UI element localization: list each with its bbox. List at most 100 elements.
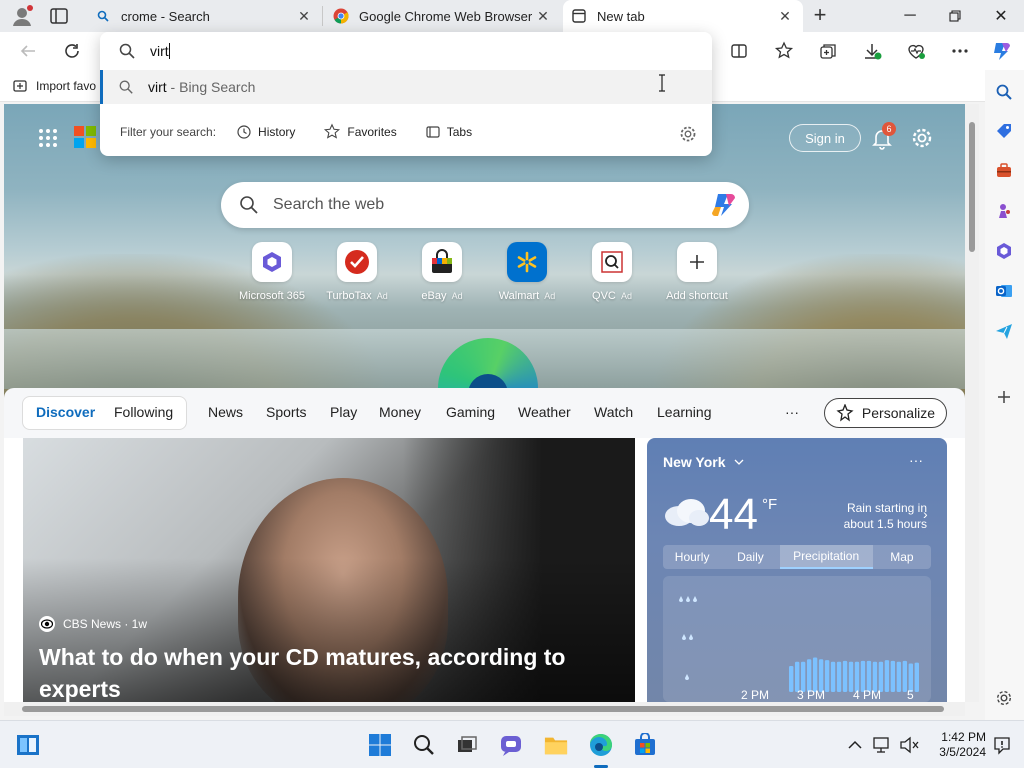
web-search-box[interactable]: Search the web	[221, 182, 749, 228]
weather-more-button[interactable]: ···	[909, 452, 923, 468]
page-settings-gear-icon[interactable]	[910, 126, 934, 150]
nav-more-button[interactable]: ···	[785, 404, 799, 420]
copilot-icon[interactable]	[990, 40, 1012, 62]
news-headline[interactable]: What to do when your CD matures, accordi…	[39, 641, 619, 702]
games-chess-icon[interactable]	[993, 200, 1015, 222]
start-windows-icon[interactable]	[368, 733, 392, 757]
browser-essentials-icon[interactable]	[905, 40, 927, 62]
sign-in-button[interactable]: Sign in	[789, 124, 861, 152]
profile-icon[interactable]	[10, 4, 34, 28]
show-hidden-icons-chevron-icon[interactable]	[843, 733, 867, 757]
tab-actions-icon[interactable]	[48, 6, 70, 26]
weather-tab-daily[interactable]: Daily	[721, 545, 779, 569]
shortcut-turbotax[interactable]: TurboTax Ad	[314, 242, 400, 302]
new-tab-page: Sign in 6 Search the web Microsoft 365 T…	[4, 104, 965, 702]
weather-tab-map[interactable]: Map	[873, 545, 931, 569]
tab-discover[interactable]: Discover	[36, 404, 95, 420]
nav-item-money[interactable]: Money	[379, 404, 421, 420]
tools-briefcase-icon[interactable]	[993, 160, 1015, 182]
taskbar-search-icon[interactable]	[412, 733, 436, 757]
shortcut-microsoft365[interactable]: Microsoft 365	[229, 242, 315, 302]
filter-label: Filter your search:	[120, 125, 217, 139]
close-window-button[interactable]: ✕	[978, 0, 1024, 32]
minimize-button[interactable]: ─	[887, 0, 933, 32]
tab-following[interactable]: Following	[114, 404, 173, 420]
microsoft-logo-icon[interactable]	[74, 126, 96, 148]
network-icon[interactable]	[871, 733, 895, 757]
chevron-right-icon[interactable]: ›	[923, 506, 928, 522]
back-arrow-icon[interactable]	[17, 40, 39, 62]
outlook-icon[interactable]	[993, 280, 1015, 302]
shortcut-ebay[interactable]: eBay Ad	[399, 242, 485, 302]
close-tab-icon[interactable]: ✕	[533, 6, 553, 26]
search-suggestion[interactable]: virt - Bing Search	[100, 70, 712, 104]
horizontal-scroll-thumb[interactable]	[22, 706, 944, 712]
nav-item-weather[interactable]: Weather	[518, 404, 571, 420]
horizontal-scrollbar[interactable]	[4, 702, 965, 716]
microsoft-store-icon[interactable]	[633, 733, 657, 757]
copilot-search-icon[interactable]	[709, 190, 739, 220]
ad-tag: Ad	[620, 291, 632, 301]
volume-muted-icon[interactable]	[897, 733, 921, 757]
weather-tab-precipitation[interactable]: Precipitation	[779, 545, 873, 569]
send-plane-icon[interactable]	[993, 320, 1015, 342]
more-options-icon[interactable]	[949, 40, 971, 62]
nav-item-watch[interactable]: Watch	[594, 404, 633, 420]
nav-item-news[interactable]: News	[208, 404, 243, 420]
filter-tabs[interactable]: Tabs	[425, 124, 472, 140]
vertical-scrollbar[interactable]	[965, 104, 979, 702]
system-clock[interactable]: 1:42 PM 3/5/2024	[930, 730, 986, 760]
microsoft365-icon[interactable]	[993, 240, 1015, 262]
add-sidebar-app-icon[interactable]	[993, 386, 1015, 408]
edge-sidebar	[985, 70, 1024, 720]
new-tab-button[interactable]: +	[808, 4, 832, 28]
shortcut-walmart[interactable]: Walmart Ad	[484, 242, 570, 302]
notification-center-icon[interactable]	[990, 733, 1014, 757]
sidebar-search-icon[interactable]	[993, 81, 1015, 103]
nav-item-play[interactable]: Play	[330, 404, 357, 420]
sidebar-settings-icon[interactable]	[993, 687, 1015, 709]
nav-item-sports[interactable]: Sports	[266, 404, 306, 420]
split-screen-icon[interactable]	[728, 40, 750, 62]
close-tab-icon[interactable]: ✕	[294, 6, 314, 26]
favorites-star-icon[interactable]	[773, 40, 795, 62]
nav-item-learning[interactable]: Learning	[657, 404, 712, 420]
tab-chrome[interactable]: Google Chrome Web Browser ✕	[325, 6, 561, 26]
favorites-star-icon	[324, 123, 341, 139]
search-settings-gear-icon[interactable]	[678, 124, 698, 144]
weather-location[interactable]: New York	[663, 454, 744, 470]
address-bar-input[interactable]: virt	[100, 32, 712, 70]
vertical-scroll-thumb[interactable]	[969, 122, 975, 252]
news-card[interactable]: CBS News · 1w What to do when your CD ma…	[23, 438, 635, 702]
shopping-tag-icon[interactable]	[993, 120, 1015, 142]
restore-button[interactable]	[932, 0, 978, 32]
downloads-icon[interactable]	[861, 40, 883, 62]
file-explorer-icon[interactable]	[544, 733, 568, 757]
precipitation-bar	[789, 665, 794, 692]
weather-tab-hourly[interactable]: Hourly	[663, 545, 721, 569]
filter-history[interactable]: History	[236, 124, 295, 140]
edge-browser-icon[interactable]	[589, 733, 613, 757]
news-source-label: CBS News · 1w	[63, 617, 148, 631]
teams-chat-icon[interactable]	[499, 733, 523, 757]
app-launcher-icon[interactable]	[38, 128, 58, 148]
weather-tabs: Hourly Daily Precipitation Map	[663, 545, 931, 569]
ebay-tile-icon	[422, 242, 462, 282]
nav-item-gaming[interactable]: Gaming	[446, 404, 495, 420]
collections-icon[interactable]	[817, 40, 839, 62]
widgets-icon[interactable]	[16, 733, 40, 757]
close-tab-icon[interactable]: ✕	[775, 6, 795, 26]
import-favorites-button[interactable]: Import favo	[12, 78, 96, 94]
personalize-button[interactable]: Personalize	[824, 398, 947, 428]
windows-taskbar: 1:42 PM 3/5/2024	[0, 720, 1024, 768]
add-shortcut-button[interactable]: Add shortcut	[654, 242, 740, 302]
filter-favorites[interactable]: Favorites	[323, 123, 397, 141]
shortcut-qvc[interactable]: QVC Ad	[569, 242, 655, 302]
tab-new-tab[interactable]: New tab ✕	[563, 0, 803, 32]
refresh-icon[interactable]	[61, 40, 83, 62]
tab-title: Google Chrome Web Browser	[359, 8, 533, 24]
task-view-icon[interactable]	[455, 733, 479, 757]
search-icon	[119, 80, 133, 94]
tab-search[interactable]: crome - Search ✕	[87, 6, 323, 26]
weather-card[interactable]: New York ··· 44 °F Rain starting in abou…	[647, 438, 947, 702]
